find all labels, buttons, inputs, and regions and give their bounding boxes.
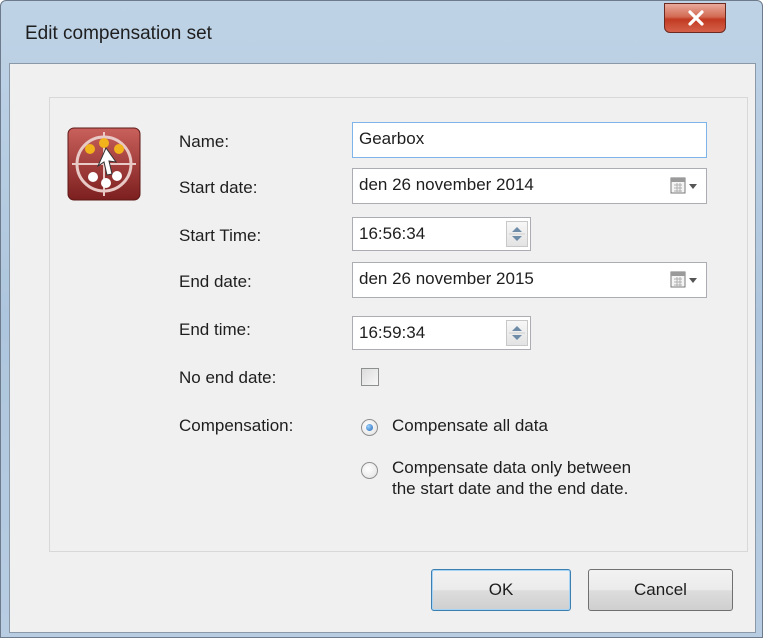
ok-button[interactable]: OK [431,569,571,611]
end-date-value: den 26 november 2015 [359,269,534,288]
no-end-date-label: No end date: [179,368,277,387]
compensate-between-label-line1[interactable]: Compensate data only between [392,458,631,478]
spinner-arrows-icon [509,326,525,340]
start-time-label: Start Time: [179,226,262,245]
compensation-label: Compensation: [179,416,294,435]
dialog-body: Name: Gearbox Start date: den 26 novembe… [9,63,756,633]
end-time-input[interactable]: 16:59:34 [352,316,531,350]
no-end-date-checkbox[interactable] [361,368,379,386]
edit-compensation-dialog: Edit compensation set Name: Gearbox Star… [0,0,763,638]
name-label: Name: [179,132,230,151]
name-input[interactable]: Gearbox [352,122,707,158]
cancel-button[interactable]: Cancel [588,569,733,611]
compensate-all-label[interactable]: Compensate all data [392,416,548,436]
end-time-spinner[interactable] [506,320,528,346]
start-date-label: Start date: [179,178,258,197]
title-bar[interactable]: Edit compensation set [1,1,762,63]
compensate-between-radio[interactable] [361,462,378,479]
end-date-label: End date: [179,272,252,291]
close-button[interactable] [664,3,726,33]
compensation-set-icon [67,127,141,201]
end-time-value: 16:59:34 [359,323,426,342]
compensate-between-label-line2[interactable]: the start date and the end date. [392,479,628,499]
compensate-all-radio[interactable] [361,419,378,436]
radio-selected-dot [366,424,373,431]
spinner-arrows-icon [509,227,525,241]
close-icon [688,10,704,26]
window-title: Edit compensation set [25,23,212,44]
start-time-spinner[interactable] [506,221,528,247]
start-date-value: den 26 november 2014 [359,175,534,194]
start-time-input[interactable]: 16:56:34 [352,217,531,251]
start-time-value: 16:56:34 [359,224,426,243]
start-date-picker[interactable]: den 26 november 2014 [352,168,707,204]
calendar-dropdown-icon[interactable] [670,177,700,195]
end-date-picker[interactable]: den 26 november 2015 [352,262,707,298]
calendar-dropdown-icon[interactable] [670,271,700,289]
end-time-label: End time: [179,320,251,339]
